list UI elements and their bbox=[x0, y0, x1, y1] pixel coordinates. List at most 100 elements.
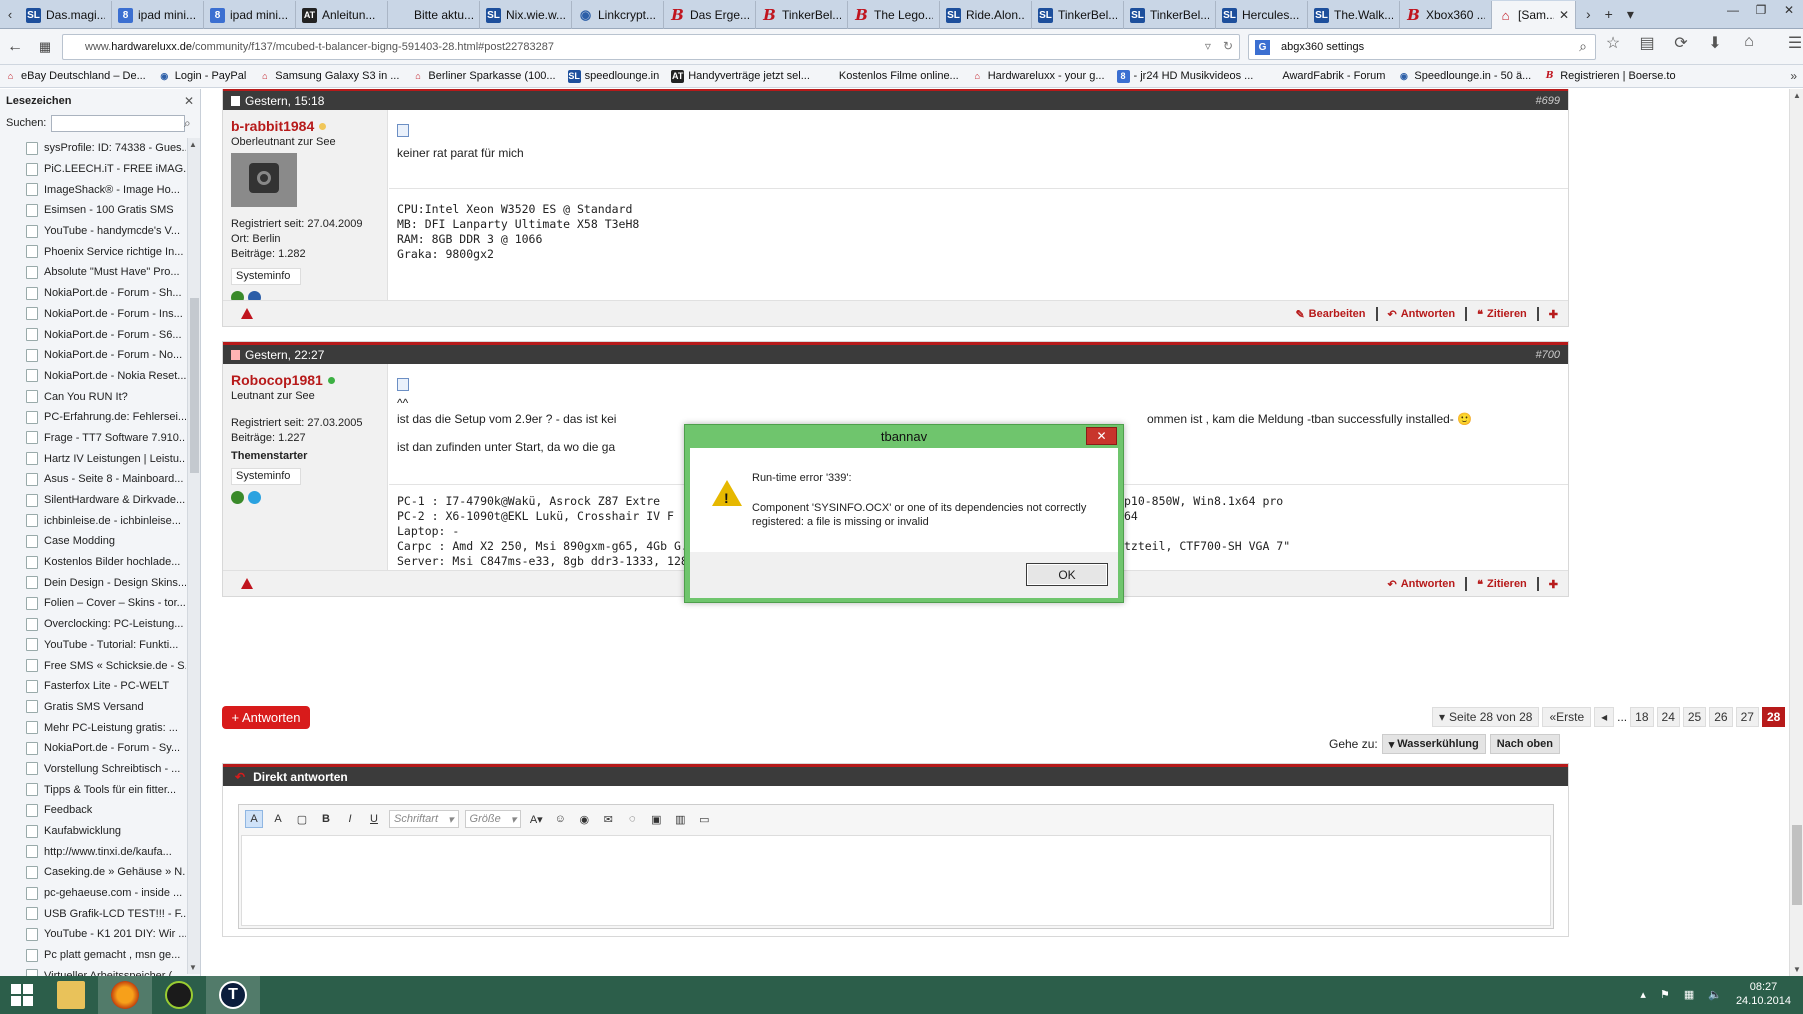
browser-tab[interactable]: ⌂ [Sam... ✕ bbox=[1492, 1, 1576, 29]
bookmark-link[interactable]: ◉ Speedlounge.in - 50 ä... bbox=[1397, 70, 1531, 83]
ok-button[interactable]: OK bbox=[1026, 563, 1108, 586]
close-window-button[interactable]: ✕ bbox=[1775, 0, 1803, 20]
quote-button[interactable]: ❝ Zitieren bbox=[1477, 578, 1527, 591]
sidebar-bookmark-item[interactable]: SilentHardware & Dirkvade... bbox=[0, 490, 186, 511]
search-bar[interactable]: G abgx360 settings ⌕ bbox=[1248, 34, 1596, 60]
taskbar-firefox[interactable] bbox=[98, 976, 152, 1014]
download-icon[interactable]: ⬇ bbox=[1706, 33, 1724, 53]
quote-button[interactable]: ❝ Zitieren bbox=[1477, 308, 1527, 321]
smiley-icon[interactable]: ☺ bbox=[551, 810, 569, 828]
taskbar-xbox-tool[interactable] bbox=[152, 976, 206, 1014]
sidebar-bookmark-item[interactable]: NokiaPort.de - Nokia Reset... bbox=[0, 366, 186, 387]
paste-icon[interactable]: ▢ bbox=[293, 810, 311, 828]
reply-button[interactable]: ↶ Antworten bbox=[1388, 578, 1456, 591]
network-icon[interactable]: ▦ bbox=[1684, 988, 1694, 1001]
sidebar-bookmark-item[interactable]: Asus - Seite 8 - Mainboard... bbox=[0, 469, 186, 490]
tray-expand-icon[interactable]: ▴ bbox=[1640, 988, 1646, 1001]
browser-tab[interactable]: Bitte aktu... bbox=[388, 1, 480, 29]
video-icon[interactable]: ▥ bbox=[671, 810, 689, 828]
page-link[interactable]: 27 bbox=[1735, 707, 1759, 727]
sidebar-bookmark-item[interactable]: Free SMS « Schicksie.de - S... bbox=[0, 655, 186, 676]
browser-tab[interactable]: SL Hercules... bbox=[1216, 1, 1308, 29]
sidebar-bookmark-item[interactable]: PC-Erfahrung.de: Fehlersei... bbox=[0, 407, 186, 428]
page-link[interactable]: 18 bbox=[1630, 707, 1654, 727]
link-icon[interactable]: ◉ bbox=[575, 810, 593, 828]
reply-textarea[interactable] bbox=[241, 835, 1551, 926]
sidebar-bookmark-item[interactable]: sysProfile: ID: 74338 - Gues... bbox=[0, 138, 186, 159]
sidebar-bookmark-item[interactable]: Fasterfox Lite - PC-WELT bbox=[0, 676, 186, 697]
bookmark-link[interactable]: SL speedlounge.in bbox=[567, 69, 659, 83]
new-tab-button[interactable]: + bbox=[1605, 6, 1613, 22]
sidebar-bookmark-item[interactable]: Case Modding bbox=[0, 531, 186, 552]
browser-tab[interactable]: SL TinkerBel... bbox=[1032, 1, 1124, 29]
sidebar-bookmark-item[interactable]: Feedback bbox=[0, 800, 186, 821]
quote-icon[interactable]: ▭ bbox=[695, 810, 713, 828]
browser-tab[interactable]: SL The.Walk... bbox=[1308, 1, 1400, 29]
scroll-down-arrow-icon[interactable]: ▼ bbox=[1793, 965, 1801, 974]
unlink-icon[interactable]: ◌ bbox=[623, 810, 641, 828]
sidebar-bookmark-item[interactable]: Can You RUN It? bbox=[0, 386, 186, 407]
italic-button[interactable]: I bbox=[341, 810, 359, 828]
browser-tab[interactable]: ◉ Linkcrypt... bbox=[572, 1, 664, 29]
sidebar-bookmark-item[interactable]: NokiaPort.de - Forum - No... bbox=[0, 345, 186, 366]
browser-tab[interactable]: SL TinkerBel... bbox=[1124, 1, 1216, 29]
sidebar-bookmark-item[interactable]: ichbinleise.de - ichbinleise... bbox=[0, 510, 186, 531]
address-bar[interactable]: www. hardwareluxx.de/community/f137/mcube… bbox=[62, 34, 1240, 60]
bookmark-star-icon[interactable]: ☆ bbox=[1604, 33, 1622, 53]
bookmark-link[interactable]: 8- jr24 HD Musikvideos ... bbox=[1116, 69, 1253, 83]
username-link[interactable]: b-rabbit1984 bbox=[231, 118, 314, 134]
report-warning-icon[interactable] bbox=[241, 578, 253, 589]
sidebar-bookmark-item[interactable]: Tipps & Tools für ein fitter... bbox=[0, 779, 186, 800]
browser-tab[interactable]: B TinkerBel... bbox=[756, 1, 848, 29]
browser-tab[interactable]: SL Das.magi... bbox=[20, 1, 112, 29]
tab-list-dropdown[interactable]: ▾ bbox=[1627, 6, 1634, 23]
underline-button[interactable]: U bbox=[365, 810, 383, 828]
size-select[interactable]: Größe ▾ bbox=[464, 810, 522, 828]
restore-button[interactable]: ❐ bbox=[1747, 0, 1775, 20]
bookmark-link[interactable]: ◉ Login - PayPal bbox=[158, 70, 246, 83]
sidebar-bookmark-item[interactable]: Vorstellung Schreibtisch - ... bbox=[0, 759, 186, 780]
sidebar-bookmark-item[interactable]: Folien – Cover – Skins - tor... bbox=[0, 593, 186, 614]
sidebar-bookmark-item[interactable]: Kaufabwicklung bbox=[0, 821, 186, 842]
sidebar-bookmark-item[interactable]: NokiaPort.de - Forum - Ins... bbox=[0, 304, 186, 325]
sidebar-bookmark-item[interactable]: NokiaPort.de - Forum - S6... bbox=[0, 324, 186, 345]
avatar[interactable] bbox=[231, 153, 297, 207]
bookmark-link[interactable]: Kostenlos Filme online... bbox=[822, 70, 959, 83]
reading-list-icon[interactable]: ▤ bbox=[1638, 33, 1656, 53]
sidebar-bookmark-item[interactable]: Hartz IV Leistungen | Leistu... bbox=[0, 448, 186, 469]
reload-icon[interactable]: ↻ bbox=[1223, 39, 1233, 53]
url-history-dropdown[interactable]: ▿ bbox=[1205, 39, 1211, 53]
page-scroll-thumb[interactable] bbox=[1792, 825, 1802, 905]
search-engine-icon[interactable]: G bbox=[1255, 40, 1270, 55]
sidebar-bookmark-item[interactable]: pc-gehaeuse.com - inside ... bbox=[0, 883, 186, 904]
sidebar-bookmark-item[interactable]: Frage - TT7 Software 7.910... bbox=[0, 428, 186, 449]
prev-page-button[interactable]: ◂ bbox=[1594, 707, 1615, 727]
sysinfo-button[interactable]: Systeminfo bbox=[231, 268, 301, 285]
sidebar-bookmark-item[interactable]: Pc platt gemacht , msn ge... bbox=[0, 945, 186, 966]
scroll-up-arrow-icon[interactable]: ▲ bbox=[189, 140, 197, 149]
sidebar-bookmark-item[interactable]: Absolute "Must Have" Pro... bbox=[0, 262, 186, 283]
edit-button[interactable]: ✎ Bearbeiten bbox=[1295, 308, 1365, 321]
sidebar-bookmark-item[interactable]: Phoenix Service richtige In... bbox=[0, 241, 186, 262]
sidebar-bookmark-item[interactable]: Caseking.de » Gehäuse » N... bbox=[0, 862, 186, 883]
sidebar-search-icon[interactable]: ⌕ bbox=[184, 116, 191, 131]
sidebar-bookmark-item[interactable]: Mehr PC-Leistung gratis: ... bbox=[0, 717, 186, 738]
multiquote-button[interactable]: ✚ bbox=[1549, 308, 1558, 321]
page-link[interactable]: 26 bbox=[1709, 707, 1733, 727]
browser-tab[interactable]: 8 ipad mini... bbox=[112, 1, 204, 29]
sidebar-bookmark-item[interactable]: Kostenlos Bilder hochlade... bbox=[0, 552, 186, 573]
browser-tab[interactable]: B The Lego... bbox=[848, 1, 940, 29]
browser-tab[interactable]: 8 ipad mini... bbox=[204, 1, 296, 29]
browser-tab[interactable]: B Xbox360 ... bbox=[1400, 1, 1492, 29]
sidebar-scroll-thumb[interactable] bbox=[190, 298, 199, 473]
sidebar-scrollbar[interactable]: ▲ ▼ bbox=[187, 138, 200, 974]
bookmark-link[interactable]: B Registrieren | Boerse.to bbox=[1543, 70, 1676, 83]
sidebar-bookmark-item[interactable]: Esimsen - 100 Gratis SMS bbox=[0, 200, 186, 221]
multiquote-button[interactable]: ✚ bbox=[1549, 578, 1558, 591]
minimize-button[interactable]: — bbox=[1719, 0, 1747, 20]
new-reply-button[interactable]: + Antworten bbox=[222, 706, 310, 729]
action-center-icon[interactable]: ⚑ bbox=[1660, 988, 1670, 1001]
bold-button[interactable]: B bbox=[317, 810, 335, 828]
sidebar-bookmark-item[interactable]: Gratis SMS Versand bbox=[0, 697, 186, 718]
bookmarks-overflow-button[interactable]: » bbox=[1790, 69, 1797, 83]
